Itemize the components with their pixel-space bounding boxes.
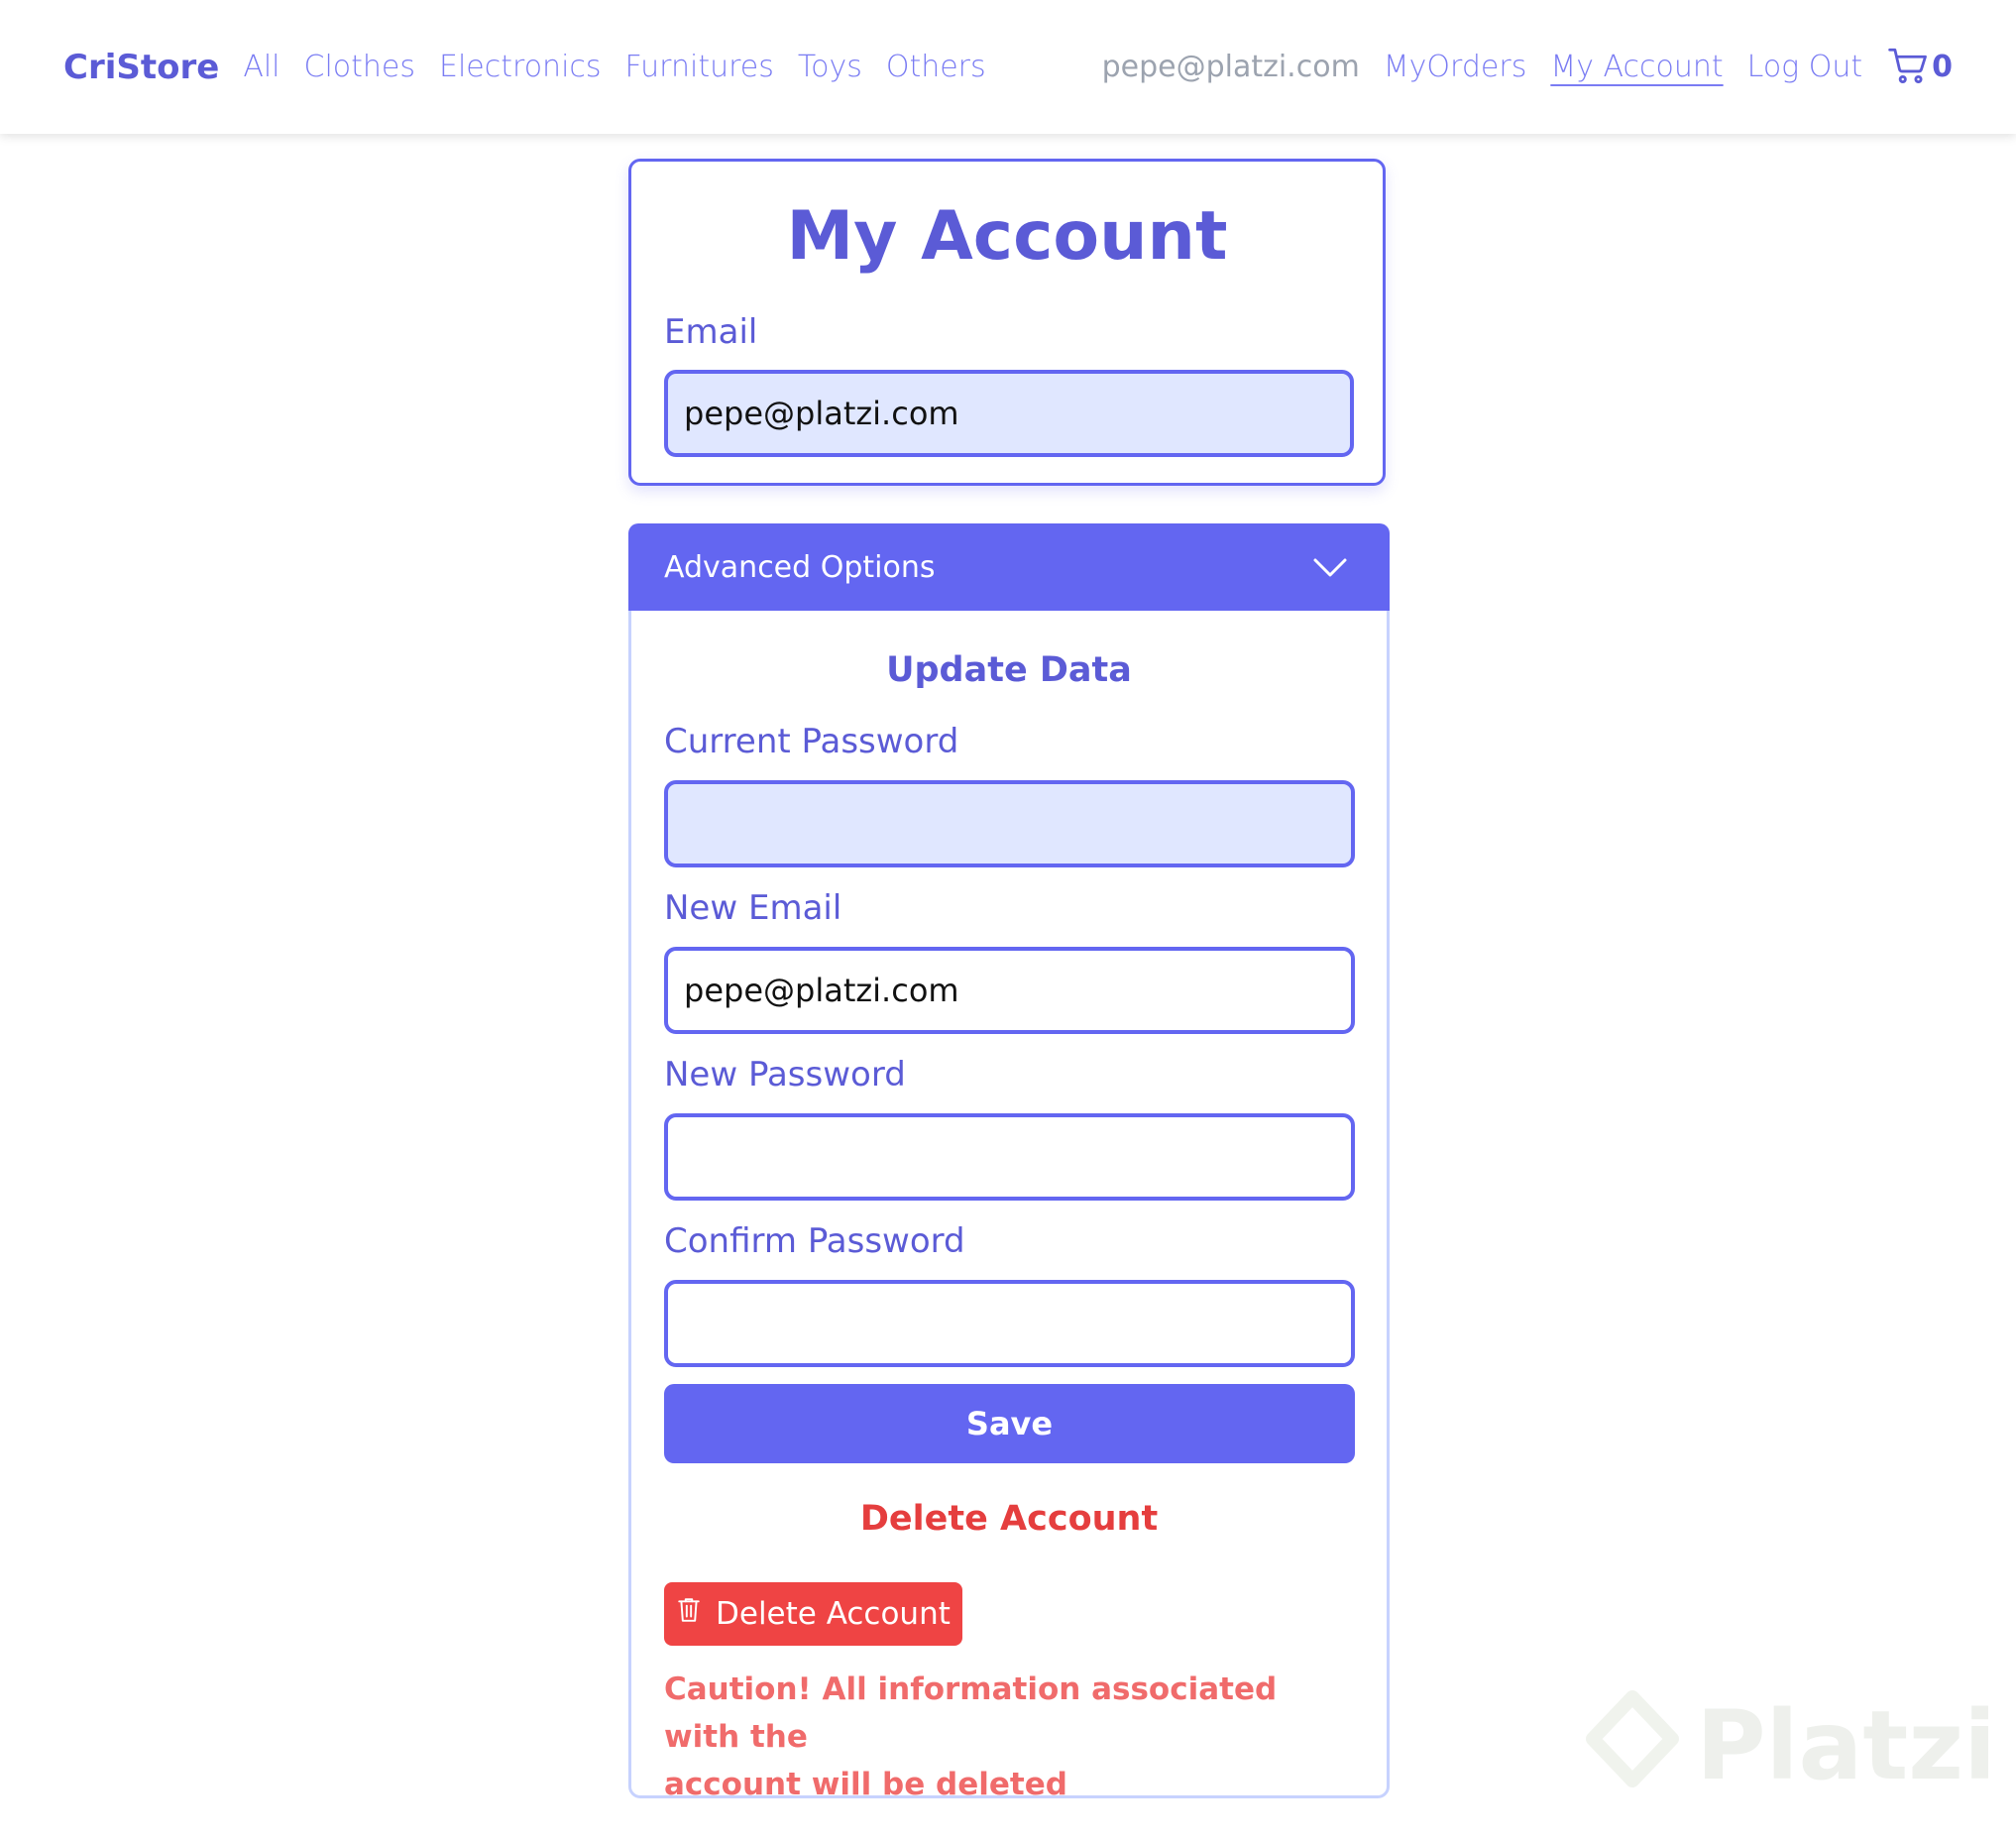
brand-logo[interactable]: CriStore [63,48,219,87]
nav-right: pepe@platzi.com MyOrders My Account Log … [1102,0,1953,134]
delete-account-button[interactable]: Delete Account [664,1582,962,1646]
caution-line-1: Caution! All information associated with… [664,1671,1278,1755]
nav-link-toys[interactable]: Toys [798,50,862,84]
platzi-watermark: Platzi [1583,1689,1996,1802]
nav-link-all[interactable]: All [243,50,280,84]
watermark-text: Platzi [1696,1690,1996,1801]
advanced-options-toggle[interactable]: Advanced Options [628,523,1390,611]
navbar: CriStore All Clothes Electronics Furnitu… [0,0,2016,134]
nav-link-clothes[interactable]: Clothes [304,50,416,84]
current-password-field[interactable] [664,780,1355,867]
nav-link-furnitures[interactable]: Furnitures [625,50,774,84]
shopping-cart-icon [1886,45,1930,90]
caution-line-2: account will be deleted [664,1767,1067,1802]
nav-left: CriStore All Clothes Electronics Furnitu… [63,0,986,134]
confirm-password-label: Confirm Password [664,1221,965,1261]
user-email: pepe@platzi.com [1101,50,1360,84]
new-email-label: New Email [664,888,842,928]
confirm-password-field[interactable] [664,1280,1355,1367]
new-password-label: New Password [664,1055,906,1094]
nav-link-others[interactable]: Others [886,50,986,84]
trash-icon [676,1595,702,1633]
chevron-down-icon [1312,553,1348,588]
platzi-logo-icon [1583,1689,1682,1802]
nav-link-my-account[interactable]: My Account [1550,50,1723,84]
email-field[interactable]: pepe@platzi.com [664,370,1354,457]
cart-button[interactable]: 0 [1886,45,1953,90]
nav-link-log-out[interactable]: Log Out [1747,50,1862,84]
new-email-field[interactable]: pepe@platzi.com [664,947,1355,1034]
nav-link-my-orders[interactable]: MyOrders [1384,50,1527,84]
cart-count: 0 [1932,50,1953,84]
delete-account-button-label: Delete Account [716,1596,951,1632]
new-password-field[interactable] [664,1113,1355,1201]
save-button[interactable]: Save [664,1384,1355,1463]
page-title: My Account [786,197,1228,276]
email-label: Email [664,312,758,352]
delete-account-title: Delete Account [859,1499,1159,1539]
caution-text: Caution! All information associated with… [664,1666,1358,1808]
update-data-title: Update Data [886,650,1132,690]
advanced-options-label: Advanced Options [664,549,936,585]
nav-link-electronics[interactable]: Electronics [439,50,602,84]
current-password-label: Current Password [664,722,959,761]
account-card: My Account Email pepe@platzi.com [628,159,1386,486]
advanced-options-panel: Update Data Current Password New Email p… [628,611,1390,1802]
